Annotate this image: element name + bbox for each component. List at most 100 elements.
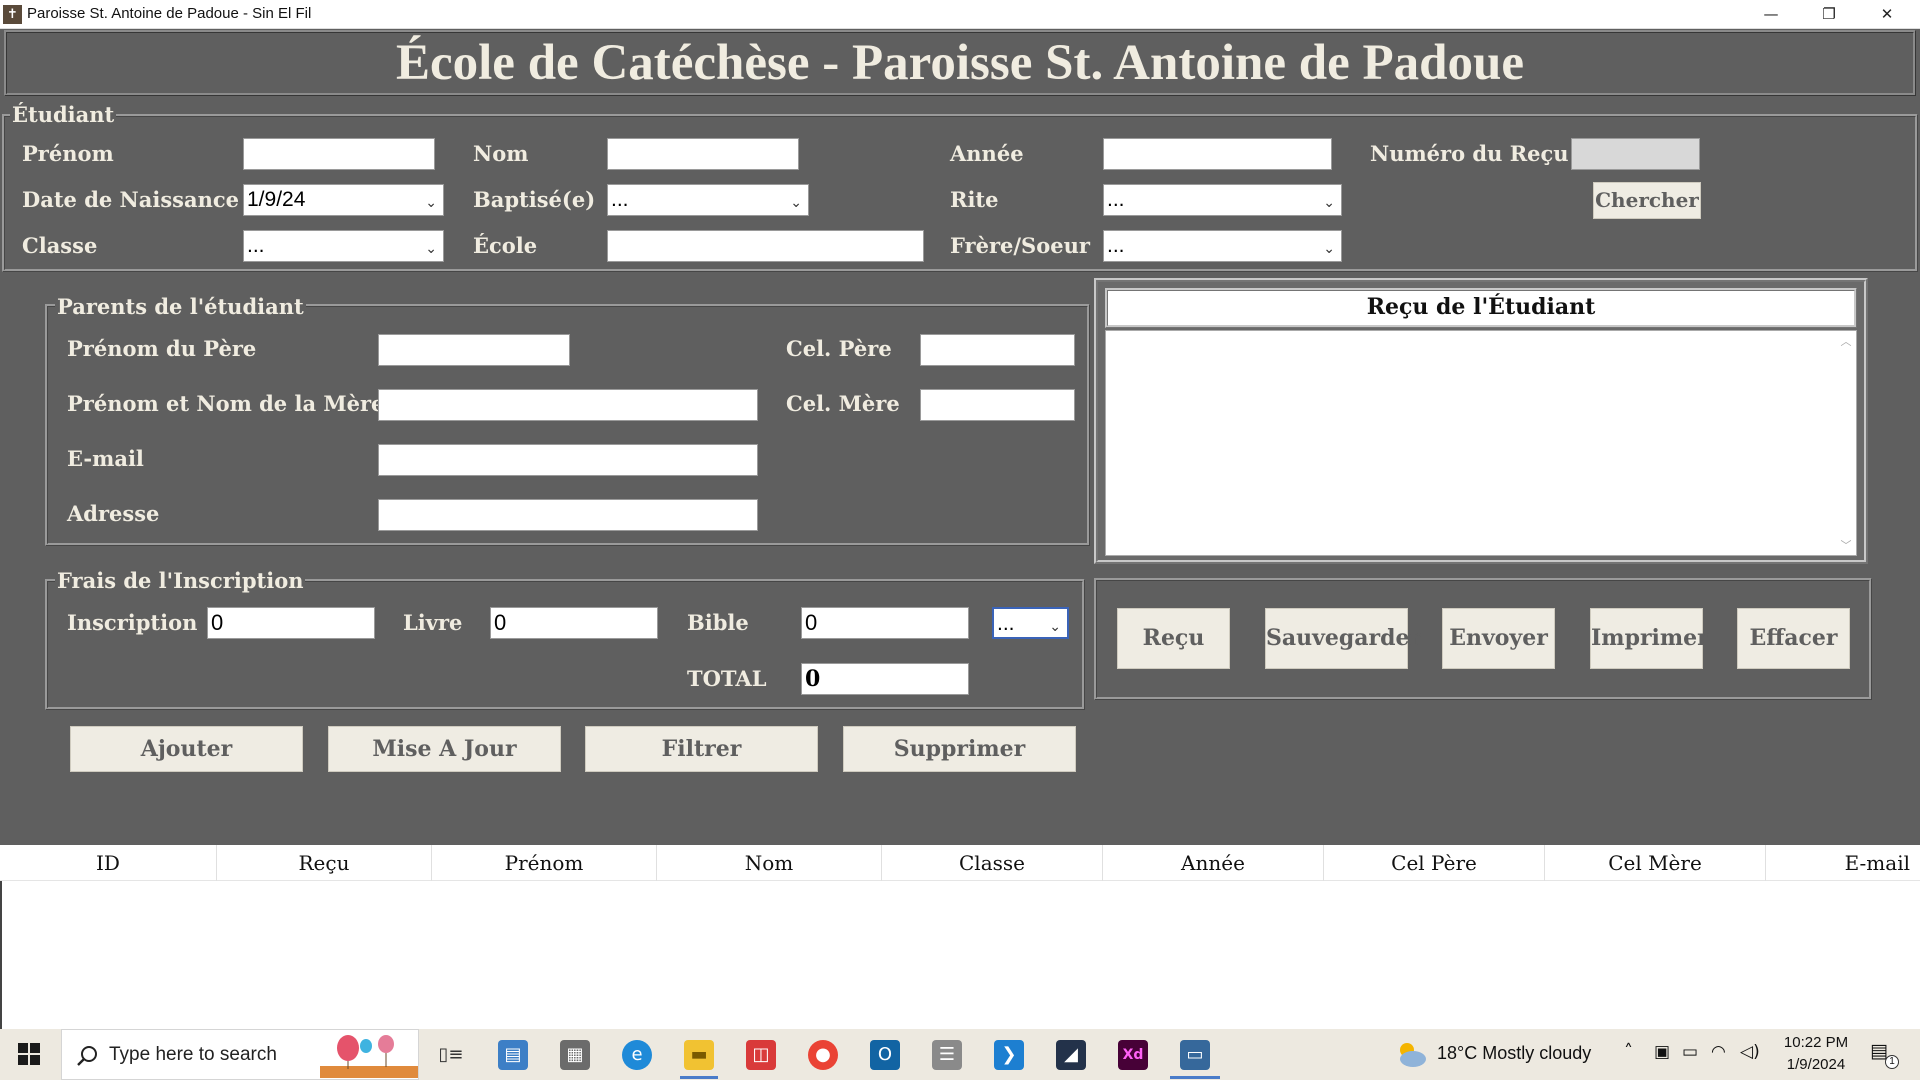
edge-icon[interactable]: e (622, 1040, 652, 1070)
chevron-down-icon: ⌄ (790, 194, 802, 210)
numero-recu-label: Numéro du Reçu (1370, 141, 1569, 166)
active-indicator (680, 1076, 718, 1079)
ecole-input[interactable] (607, 230, 924, 262)
inscription-input[interactable]: 0 (207, 607, 375, 639)
numero-recu-input[interactable] (1571, 138, 1700, 170)
nom-label: Nom (473, 141, 529, 166)
envoyer-button[interactable]: Envoyer (1442, 608, 1555, 669)
taskbar-search-box[interactable]: Type here to search (61, 1029, 419, 1080)
database-icon[interactable]: ☰ (932, 1040, 962, 1070)
balloons-icon (320, 1034, 418, 1078)
task-view-icon[interactable]: ▯≡ (436, 1040, 466, 1070)
column-header-cel-pere[interactable]: Cel Père (1324, 845, 1545, 881)
baptise-select[interactable]: ... ⌄ (607, 184, 809, 216)
email-input[interactable] (378, 444, 758, 476)
app-cross-icon: ✝ (3, 5, 22, 24)
scroll-down-icon[interactable]: ﹀ (1838, 537, 1854, 553)
date-naissance-label: Date de Naissance (22, 187, 239, 212)
column-header-id[interactable]: ID (0, 845, 217, 881)
wifi-icon[interactable]: ◠ (1711, 1042, 1726, 1062)
rite-select[interactable]: ... ⌄ (1103, 184, 1342, 216)
receipt-scrollbar[interactable]: ︿ ﹀ (1838, 333, 1854, 553)
classe-label: Classe (22, 233, 98, 258)
vscode-icon[interactable]: ❯ (994, 1040, 1024, 1070)
supprimer-button[interactable]: Supprimer (843, 726, 1076, 772)
frere-soeur-label: Frère/Soeur (950, 233, 1090, 258)
column-header-recu[interactable]: Reçu (217, 845, 432, 881)
baptise-value: ... (611, 188, 629, 211)
control-panel-icon[interactable]: ▤ (498, 1040, 528, 1070)
clock-date[interactable]: 1/9/2024 (1776, 1056, 1856, 1073)
clock-time[interactable]: 10:22 PM (1776, 1034, 1856, 1051)
annee-input[interactable] (1103, 138, 1332, 170)
volume-icon[interactable]: ◁) (1740, 1042, 1760, 1062)
recu-button[interactable]: Reçu (1117, 608, 1230, 669)
cel-mere-label: Cel. Mère (786, 391, 900, 416)
ecole-label: École (473, 233, 538, 258)
adresse-input[interactable] (378, 499, 758, 531)
livre-label: Livre (403, 610, 463, 635)
prenom-input[interactable] (243, 138, 435, 170)
chevron-down-icon: ⌄ (1323, 240, 1335, 256)
cel-pere-label: Cel. Père (786, 336, 892, 361)
window-title: Paroisse St. Antoine de Padoue - Sin El … (27, 5, 312, 22)
nom-input[interactable] (607, 138, 799, 170)
rite-label: Rite (950, 187, 999, 212)
column-header-email[interactable]: E-mail (1766, 845, 1920, 881)
cel-mere-input[interactable] (920, 389, 1075, 421)
windows-start-icon[interactable] (18, 1043, 40, 1065)
file-explorer-icon[interactable]: ▬ (684, 1040, 714, 1070)
column-header-cel-mere[interactable]: Cel Mère (1545, 845, 1766, 881)
frere-soeur-select[interactable]: ... ⌄ (1103, 230, 1342, 262)
receipt-textarea[interactable]: ︿ ﹀ (1105, 330, 1857, 556)
rite-value: ... (1107, 188, 1125, 211)
student-table-body[interactable] (0, 881, 1920, 1029)
livre-input[interactable]: 0 (490, 607, 658, 639)
minimize-button[interactable]: — (1743, 0, 1799, 29)
ajouter-button[interactable]: Ajouter (70, 726, 303, 772)
sauvegarder-button[interactable]: Sauvegarder (1265, 608, 1421, 669)
frais-extra-value: ... (997, 612, 1015, 635)
chevron-up-icon[interactable]: ˄ (1624, 1041, 1633, 1062)
mere-input[interactable] (378, 389, 758, 421)
filtrer-button[interactable]: Filtrer (585, 726, 818, 772)
total-input[interactable]: 0 (801, 663, 969, 695)
annee-label: Année (950, 141, 1024, 166)
column-header-classe[interactable]: Classe (882, 845, 1103, 881)
scroll-up-icon[interactable]: ︿ (1838, 333, 1854, 349)
outlook-icon[interactable]: O (870, 1040, 900, 1070)
reader-icon[interactable]: ◫ (746, 1040, 776, 1070)
cel-pere-input[interactable] (920, 334, 1075, 366)
imprimer-button[interactable]: Imprimer (1590, 608, 1709, 669)
frais-extra-select[interactable]: ... ⌄ (992, 607, 1069, 639)
weather-text[interactable]: 18°C Mostly cloudy (1437, 1043, 1591, 1064)
effacer-button[interactable]: Effacer (1737, 608, 1850, 669)
meet-now-icon[interactable]: ▣ (1654, 1042, 1670, 1062)
column-header-annee[interactable]: Année (1103, 845, 1324, 881)
battery-icon[interactable]: ▭ (1682, 1042, 1698, 1062)
total-label: TOTAL (687, 666, 767, 691)
close-button[interactable]: ✕ (1859, 0, 1915, 29)
chercher-button[interactable]: Chercher (1593, 182, 1701, 219)
column-header-nom[interactable]: Nom (657, 845, 882, 881)
adresse-label: Adresse (67, 501, 160, 526)
mise-a-jour-button[interactable]: Mise A Jour (328, 726, 561, 772)
date-naissance-picker[interactable]: 1/9/24 ⌄ (243, 184, 444, 216)
restore-button[interactable]: ❐ (1801, 0, 1857, 29)
bible-label: Bible (687, 610, 749, 635)
python-app-icon[interactable]: ▭ (1180, 1040, 1210, 1070)
calculator-icon[interactable]: ▦ (560, 1040, 590, 1070)
weather-cloud-icon[interactable] (1395, 1040, 1427, 1068)
date-naissance-value: 1/9/24 (247, 188, 306, 211)
adobe-xd-icon[interactable]: Xd (1118, 1040, 1148, 1070)
chevron-down-icon: ⌄ (425, 194, 437, 210)
column-header-prenom[interactable]: Prénom (432, 845, 657, 881)
chrome-icon[interactable]: ● (808, 1040, 838, 1070)
bible-input[interactable]: 0 (801, 607, 969, 639)
dark-app-icon[interactable]: ◢ (1056, 1040, 1086, 1070)
active-indicator (1170, 1076, 1220, 1079)
pere-input[interactable] (378, 334, 570, 366)
notification-count: 1 (1885, 1055, 1899, 1069)
inscription-label: Inscription (67, 610, 198, 635)
classe-select[interactable]: ... ⌄ (243, 230, 444, 262)
